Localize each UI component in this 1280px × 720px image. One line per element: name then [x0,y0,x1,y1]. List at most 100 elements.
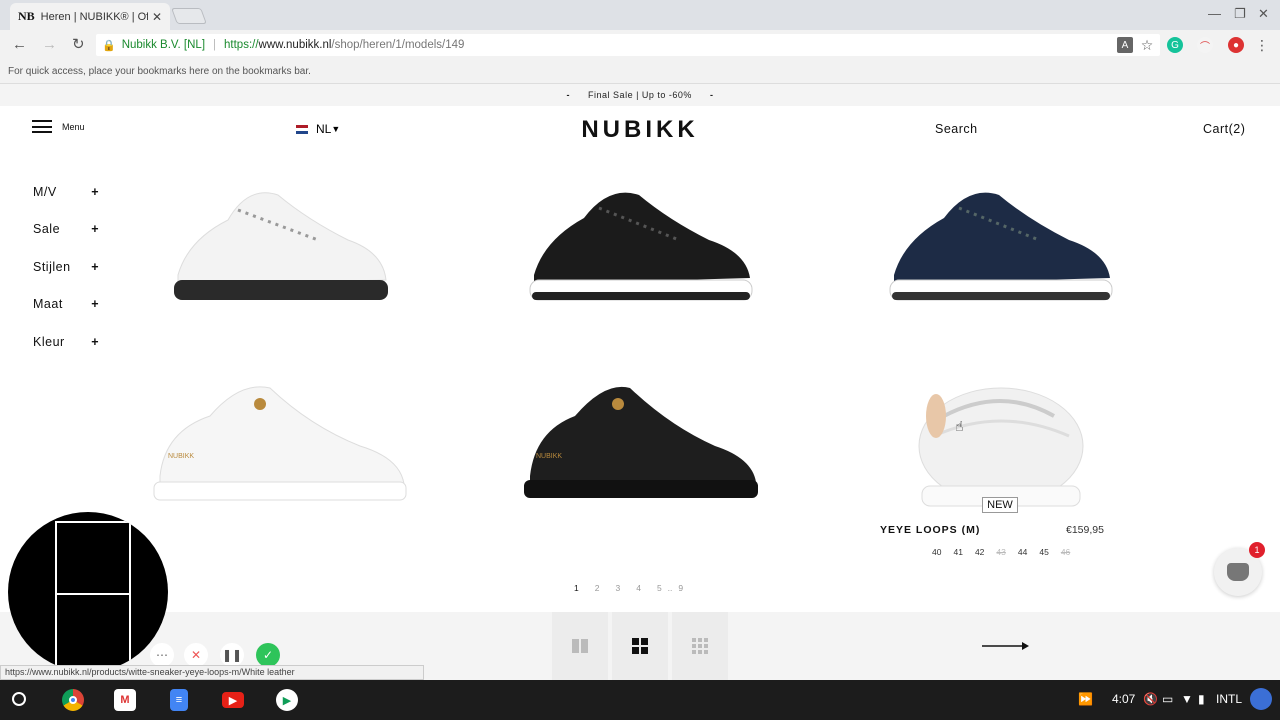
url-scheme: https:// [224,39,259,51]
page-link-current[interactable]: 1 [574,583,579,593]
filter-mv[interactable]: M/V + [33,185,99,199]
product-image-black-lowtop[interactable]: NUBIKK [520,376,760,506]
hamburger-icon [32,120,52,133]
recorder-finish-icon[interactable]: ✓ [256,643,280,667]
filter-label: Stijlen [33,260,71,274]
size-option[interactable]: 42 [975,547,984,557]
view-2-columns-button[interactable] [552,612,608,680]
plus-icon: + [91,260,99,274]
language-selector[interactable]: NL ▼ [296,122,340,136]
filter-sale[interactable]: Sale + [33,222,99,236]
address-bar[interactable]: 🔒 Nubikk B.V. [NL] | https:// www.nubikk… [96,34,1160,56]
filter-label: Sale [33,222,61,236]
mute-icon[interactable]: 🔇 [1143,692,1158,706]
translate-icon[interactable]: A [1117,37,1133,53]
input-method-label[interactable]: INTL [1216,692,1242,706]
wifi-icon[interactable]: ▼ [1181,692,1193,706]
size-option[interactable]: 41 [953,547,962,557]
size-option[interactable]: 40 [932,547,941,557]
gmail-app-icon[interactable]: M [114,689,136,711]
page-link[interactable]: 5 [657,583,662,593]
screen-recorder-webcam[interactable] [8,512,168,672]
recorder-logo-icon [55,521,131,672]
promo-text: Final Sale | Up to -60% [588,90,692,100]
close-window-icon[interactable]: ✕ [1258,6,1269,22]
reload-icon[interactable]: ↻ [72,35,85,53]
next-arrow-icon[interactable] [982,638,1030,654]
more-menu-icon[interactable]: ⋮ [1254,37,1270,53]
site-logo[interactable]: NUBIKK [540,116,740,144]
size-option-unavailable: 46 [1060,547,1071,557]
size-list: 40 41 42 43 44 45 46 [932,547,1070,557]
minimize-icon[interactable]: — [1208,6,1221,21]
new-tab-button[interactable] [171,8,207,24]
product-image-black-runner[interactable] [524,180,756,310]
caret-down-icon: ▼ [331,124,341,134]
nine-grid-icon [692,638,708,654]
plus-icon: + [91,222,99,236]
menu-button[interactable]: Menu [32,120,85,133]
chat-icon [1227,563,1249,581]
recorder-more-icon[interactable]: ⋯ [150,643,174,667]
product-name[interactable]: YEYE LOOPS (M) [880,524,980,536]
nubikk-wordmark: NUBIKK [536,453,562,460]
product-image-white-runner[interactable] [168,180,392,310]
bookmark-star-icon[interactable]: ☆ [1139,37,1155,53]
launcher-icon[interactable] [12,692,26,706]
status-tray-icon[interactable]: ⏩ [1078,692,1093,706]
extension-icon[interactable]: ⌒ [1197,37,1213,53]
filter-label: Kleur [33,335,65,349]
hand-cursor-icon: ☝ [955,418,964,434]
clock[interactable]: 4:07 [1112,692,1135,706]
forward-arrow-icon[interactable]: → [42,36,57,53]
docs-app-icon[interactable]: ≡ [170,689,188,711]
back-arrow-icon[interactable]: ← [12,36,27,53]
recorder-pause-icon[interactable]: ❚❚ [220,643,244,667]
product-price: €159,95 [1066,524,1104,536]
page-link[interactable]: 4 [636,583,641,593]
size-option[interactable]: 44 [1018,547,1027,557]
close-tab-icon[interactable]: ✕ [152,10,162,24]
page-link[interactable]: 3 [615,583,620,593]
promo-dash-left: - [566,90,571,100]
recorder-discard-icon[interactable]: ✕ [184,643,208,667]
grammarly-extension-icon[interactable]: G [1167,37,1183,53]
product-image-yeye-loops[interactable] [914,376,1088,512]
cart-link[interactable]: Cart(2) [1203,122,1245,136]
link-status-bar: https://www.nubikk.nl/products/witte-sne… [0,665,424,680]
chrome-app-icon[interactable] [62,689,84,711]
page-link[interactable]: 2 [595,583,600,593]
site-org-name: Nubikk B.V. [NL] [121,39,206,51]
language-label: NL [316,122,332,136]
battery-icon[interactable]: ▮ [1198,692,1205,706]
bookmarks-bar: For quick access, place your bookmarks h… [0,60,1280,84]
record-extension-icon[interactable]: ● [1228,37,1244,53]
promo-banner[interactable]: - Final Sale | Up to -60% - [0,84,1280,106]
user-avatar[interactable] [1250,688,1272,710]
play-store-app-icon[interactable]: ▶ [276,689,298,711]
netherlands-flag-icon [296,124,308,134]
plus-icon: + [91,185,99,199]
size-option[interactable]: 45 [1039,547,1048,557]
pagination: 1 2 3 4 5 .. 9 [574,583,683,593]
nubikk-favicon-icon: NB [18,9,35,23]
screen-icon[interactable]: ▭ [1162,692,1173,706]
product-image-navy-runner[interactable] [884,180,1116,310]
filter-label: M/V [33,185,57,199]
view-9-grid-button[interactable] [672,612,728,680]
filter-stijlen[interactable]: Stijlen + [33,260,99,274]
two-column-grid-icon [572,639,588,653]
lock-icon: 🔒 [102,39,116,52]
page-link[interactable]: 9 [678,583,683,593]
search-link[interactable]: Search [935,122,978,136]
omnibox-divider: | [213,39,217,51]
tab-title: Heren | NUBIKK® | Offici [40,10,148,23]
youtube-app-icon[interactable]: ▶ [222,692,244,708]
filter-kleur[interactable]: Kleur + [33,335,99,349]
filter-maat[interactable]: Maat + [33,297,99,311]
browser-tab[interactable]: NB Heren | NUBIKK® | Offici ✕ [10,3,170,30]
restore-icon[interactable]: ❐ [1234,6,1246,22]
product-image-white-lowtop[interactable]: NUBIKK [150,376,410,506]
view-4-grid-button[interactable] [612,612,668,680]
plus-icon: + [91,297,99,311]
